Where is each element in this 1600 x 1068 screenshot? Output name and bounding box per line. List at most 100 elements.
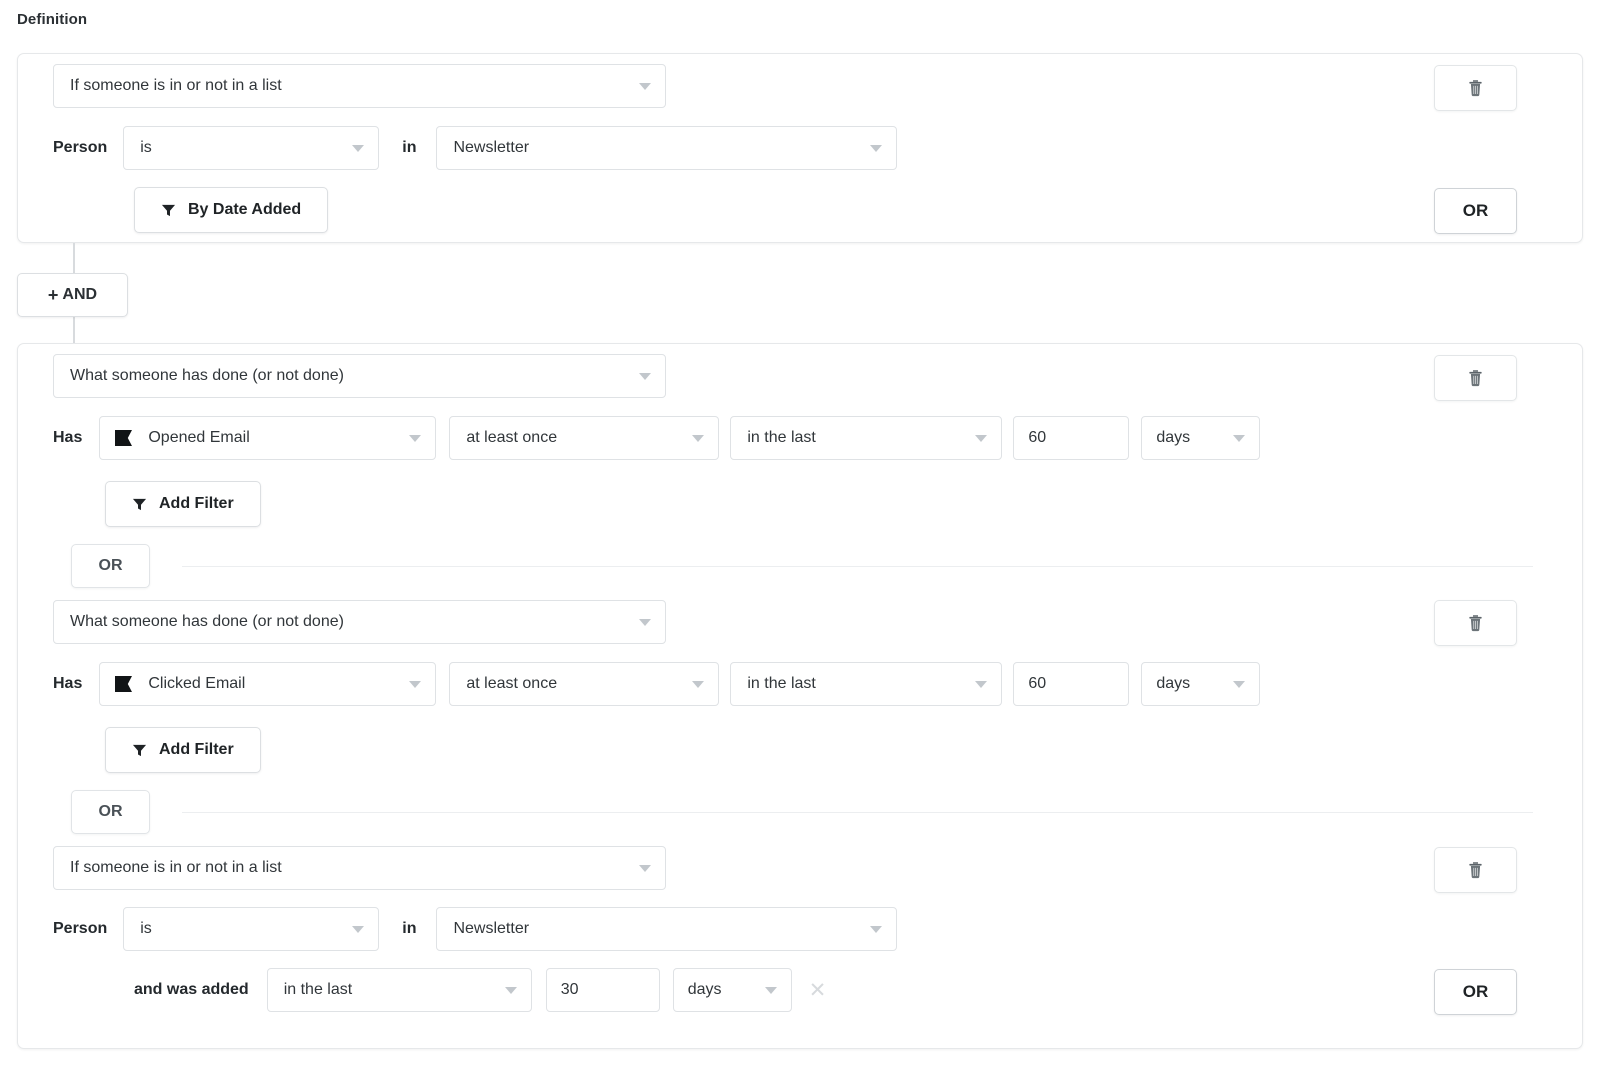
cond1-type-select-value: What someone has done (or not done) (70, 613, 629, 631)
cond0-criteria-row: Has Opened Email at least once in the la… (53, 416, 1260, 460)
chevron-down-icon (765, 987, 777, 994)
chevron-down-icon (870, 145, 882, 152)
cond1-frequency-value: at least once (466, 675, 682, 693)
cond2-or-button[interactable]: OR (1434, 969, 1517, 1015)
chevron-down-icon (639, 865, 651, 872)
cond1-metric-value: Clicked Email (148, 675, 399, 693)
plus-icon: + (48, 286, 59, 304)
cond2-operator-select[interactable]: is (123, 907, 379, 951)
cond2-added-row: and was added in the last 30 days ✕ (134, 968, 826, 1012)
or-separator-2-button[interactable]: OR (71, 790, 150, 834)
close-x-icon[interactable]: ✕ (809, 978, 827, 1003)
cond0-add-filter-button[interactable]: Add Filter (105, 481, 261, 527)
or-separator-2-label: OR (99, 803, 123, 821)
group1-list-value: Newsletter (453, 139, 860, 157)
add-and-button[interactable]: + AND (17, 273, 128, 317)
chevron-down-icon (1233, 681, 1245, 688)
cond0-unit-value: days (1156, 429, 1223, 447)
cond1-add-filter-button[interactable]: Add Filter (105, 727, 261, 773)
cond1-timeframe-value: in the last (747, 675, 965, 693)
cond0-add-filter-label: Add Filter (159, 495, 234, 513)
cond1-amount-input[interactable]: 60 (1013, 662, 1129, 706)
black-flag-icon (114, 429, 134, 447)
cond0-delete-button[interactable] (1434, 355, 1517, 401)
cond0-timeframe-select[interactable]: in the last (730, 416, 1002, 460)
group1-list-select[interactable]: Newsletter (436, 126, 897, 170)
add-and-label: AND (62, 286, 97, 304)
chevron-down-icon (1233, 435, 1245, 442)
cond2-delete-button[interactable] (1434, 847, 1517, 893)
filter-funnel-icon (132, 743, 147, 758)
cond0-metric-select[interactable]: Opened Email (99, 416, 436, 460)
cond1-frequency-select[interactable]: at least once (449, 662, 719, 706)
or-separator-1-label: OR (99, 557, 123, 575)
cond2-timeframe-value: in the last (284, 981, 495, 999)
segment-definition-builder: Definition If someone is in or not in a … (0, 0, 1600, 1068)
group1-or-button[interactable]: OR (1434, 188, 1517, 234)
or-separator-1: OR (71, 544, 1533, 588)
cond0-amount-value: 60 (1028, 429, 1046, 447)
group1-in-label: in (402, 139, 416, 157)
cond2-type-select[interactable]: If someone is in or not in a list (53, 846, 666, 890)
group1-type-select-value: If someone is in or not in a list (70, 77, 629, 95)
cond1-unit-select[interactable]: days (1141, 662, 1260, 706)
trash-icon (1467, 369, 1484, 387)
filter-funnel-icon (132, 497, 147, 512)
cond0-type-select[interactable]: What someone has done (or not done) (53, 354, 666, 398)
cond2-list-select[interactable]: Newsletter (436, 907, 897, 951)
chevron-down-icon (505, 987, 517, 994)
cond2-timeframe-select[interactable]: in the last (267, 968, 532, 1012)
cond0-amount-input[interactable]: 60 (1013, 416, 1129, 460)
filter-funnel-icon (161, 203, 176, 218)
or-separator-1-button[interactable]: OR (71, 544, 150, 588)
cond2-amount-value: 30 (561, 981, 579, 999)
chevron-down-icon (692, 435, 704, 442)
chevron-down-icon (975, 681, 987, 688)
chevron-down-icon (639, 373, 651, 380)
chevron-down-icon (639, 83, 651, 90)
chevron-down-icon (639, 619, 651, 626)
cond1-timeframe-select[interactable]: in the last (730, 662, 1002, 706)
cond2-amount-input[interactable]: 30 (546, 968, 660, 1012)
cond0-has-label: Has (53, 429, 82, 447)
cond1-has-label: Has (53, 675, 82, 693)
cond0-unit-select[interactable]: days (1141, 416, 1260, 460)
group1-operator-select[interactable]: is (123, 126, 379, 170)
cond1-add-filter-label: Add Filter (159, 741, 234, 759)
group1-by-date-added-button[interactable]: By Date Added (134, 187, 328, 233)
cond2-list-value: Newsletter (453, 920, 860, 938)
condition-group-1: If someone is in or not in a list Person… (17, 53, 1583, 243)
cond0-type-select-value: What someone has done (or not done) (70, 367, 629, 385)
trash-icon (1467, 861, 1484, 879)
cond2-or-label: OR (1463, 982, 1489, 1002)
cond2-type-select-value: If someone is in or not in a list (70, 859, 629, 877)
chevron-down-icon (409, 435, 421, 442)
group1-person-row: Person is in Newsletter (53, 126, 897, 170)
cond2-person-row: Person is in Newsletter (53, 907, 897, 951)
cond0-frequency-value: at least once (466, 429, 682, 447)
condition-group-2: What someone has done (or not done) Has … (17, 343, 1583, 1049)
cond1-metric-select[interactable]: Clicked Email (99, 662, 436, 706)
group1-or-label: OR (1463, 201, 1489, 221)
cond2-in-label: in (402, 920, 416, 938)
cond1-delete-button[interactable] (1434, 600, 1517, 646)
trash-icon (1467, 614, 1484, 632)
cond0-frequency-select[interactable]: at least once (449, 416, 719, 460)
chevron-down-icon (352, 145, 364, 152)
group1-type-select[interactable]: If someone is in or not in a list (53, 64, 666, 108)
cond1-criteria-row: Has Clicked Email at least once in the l… (53, 662, 1260, 706)
group1-delete-button[interactable] (1434, 65, 1517, 111)
cond2-unit-select[interactable]: days (673, 968, 792, 1012)
chevron-down-icon (409, 681, 421, 688)
group1-by-date-added-label: By Date Added (188, 201, 301, 219)
or-separator-2: OR (71, 790, 1533, 834)
cond0-timeframe-value: in the last (747, 429, 965, 447)
trash-icon (1467, 79, 1484, 97)
or-separator-1-rule (182, 566, 1533, 567)
cond2-added-label: and was added (134, 981, 249, 999)
group1-person-label: Person (53, 139, 107, 157)
cond1-unit-value: days (1156, 675, 1223, 693)
cond1-type-select[interactable]: What someone has done (or not done) (53, 600, 666, 644)
chevron-down-icon (870, 926, 882, 933)
cond2-operator-value: is (140, 920, 342, 938)
